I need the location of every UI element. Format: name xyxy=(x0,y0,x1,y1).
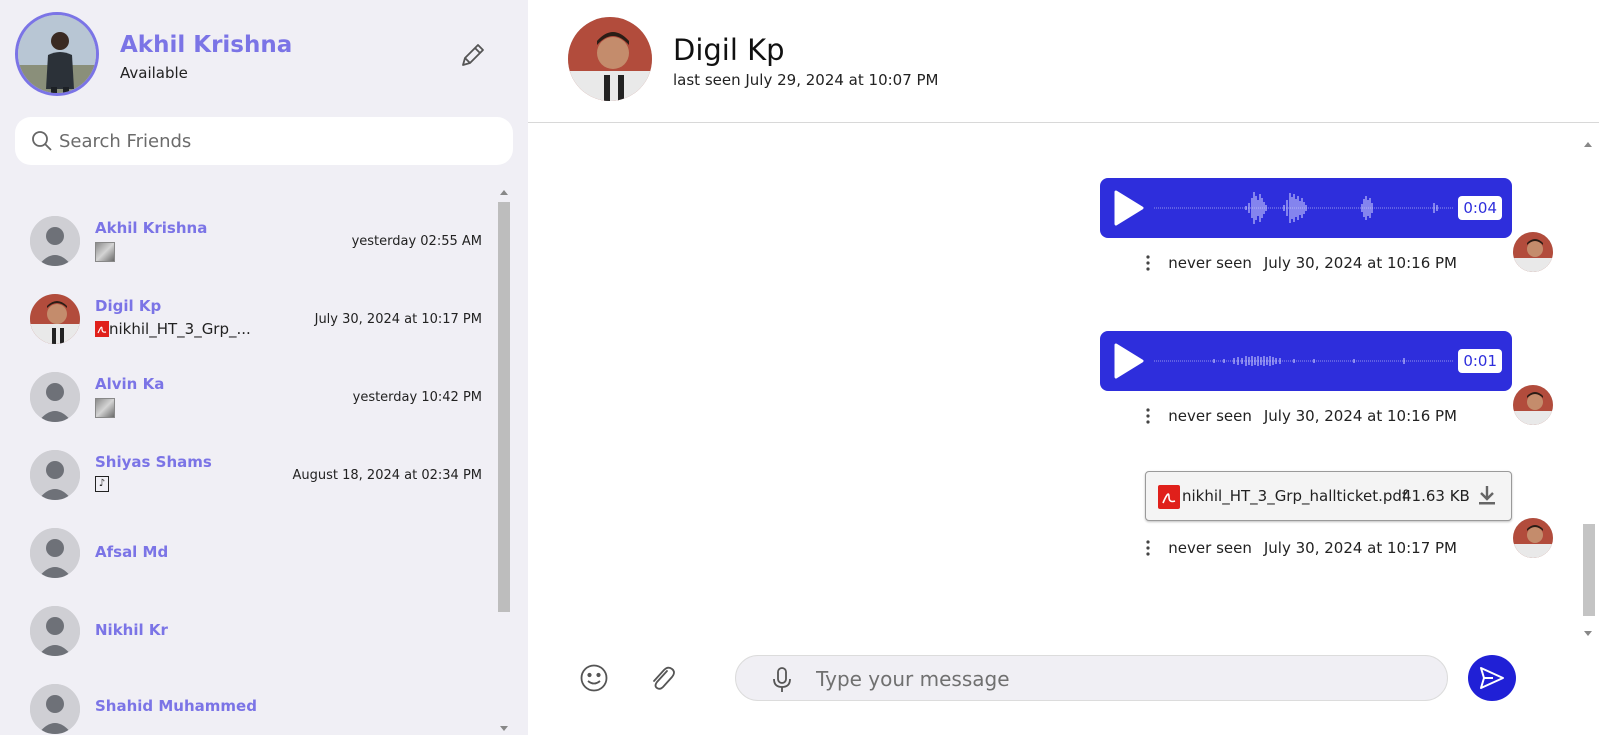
image-thumbnail-icon xyxy=(95,242,115,262)
friend-time: yesterday 02:55 AM xyxy=(351,234,482,249)
audio-waveform[interactable] xyxy=(1154,341,1454,381)
voice-message: 0:01 xyxy=(1100,331,1512,391)
search-icon xyxy=(30,129,54,153)
default-avatar xyxy=(30,216,80,266)
default-avatar xyxy=(30,684,80,734)
message-meta: never seen July 30, 2024 at 10:16 PM xyxy=(1142,254,1457,272)
friend-preview: nikhil_HT_3_Grp_... xyxy=(95,320,251,338)
sender-avatar xyxy=(1513,232,1553,272)
friend-name: Shiyas Shams xyxy=(95,453,212,471)
friend-item[interactable]: Nikhil Kr xyxy=(0,606,498,684)
message-input[interactable] xyxy=(816,664,1416,694)
friend-time: yesterday 10:42 PM xyxy=(352,390,482,405)
scroll-up-icon[interactable] xyxy=(1584,142,1592,147)
friend-list-scrollbar[interactable] xyxy=(497,188,511,735)
file-message[interactable]: nikhil_HT_3_Grp_hallticket.pdf 41.63 KB xyxy=(1145,471,1512,521)
chat-last-seen: last seen July 29, 2024 at 10:07 PM xyxy=(673,71,939,89)
message-time: July 30, 2024 at 10:16 PM xyxy=(1263,407,1457,425)
sidebar: Akhil Krishna Available Search Friends A… xyxy=(0,0,528,735)
scrollbar-thumb[interactable] xyxy=(498,202,510,612)
friend-item[interactable]: Shiyas Shams ♪ August 18, 2024 at 02:34 … xyxy=(0,450,498,528)
contact-avatar xyxy=(30,294,80,344)
friend-name: Afsal Md xyxy=(95,543,169,561)
kebab-icon[interactable] xyxy=(1142,255,1154,271)
voice-message: 0:04 xyxy=(1100,178,1512,238)
sender-avatar xyxy=(1513,385,1553,425)
friend-item[interactable]: Alvin Ka yesterday 10:42 PM xyxy=(0,372,498,450)
scroll-up-icon[interactable] xyxy=(500,190,508,195)
chat-panel: Digil Kp last seen July 29, 2024 at 10:0… xyxy=(528,0,1599,735)
profile-name: Akhil Krishna xyxy=(120,32,293,58)
scroll-down-icon[interactable] xyxy=(1584,631,1592,636)
image-thumbnail-icon xyxy=(95,398,115,418)
chat-header: Digil Kp last seen July 29, 2024 at 10:0… xyxy=(528,0,1599,123)
message-input-box xyxy=(735,655,1448,701)
message-time: July 30, 2024 at 10:16 PM xyxy=(1263,254,1457,272)
pdf-icon xyxy=(1158,485,1180,509)
friend-preview xyxy=(95,398,115,418)
scroll-down-icon[interactable] xyxy=(500,726,508,731)
message-list: 0:04 never seen July 30, 2024 at 10:16 P… xyxy=(528,124,1599,644)
emoji-icon[interactable] xyxy=(579,663,609,693)
pdf-icon xyxy=(95,321,109,337)
voice-duration: 0:04 xyxy=(1458,196,1502,220)
play-icon[interactable] xyxy=(1112,189,1146,227)
friend-preview xyxy=(95,242,115,262)
scrollbar-thumb[interactable] xyxy=(1583,524,1595,616)
file-size: 41.63 KB xyxy=(1402,487,1470,505)
search-input[interactable] xyxy=(59,125,489,157)
friend-name: Nikhil Kr xyxy=(95,621,168,639)
friend-list: Akhil Krishna yesterday 02:55 AM Digil K… xyxy=(0,190,498,735)
default-avatar xyxy=(30,372,80,422)
message-meta: never seen July 30, 2024 at 10:17 PM xyxy=(1142,539,1457,557)
download-icon[interactable] xyxy=(1476,483,1498,507)
profile-status: Available xyxy=(120,64,188,82)
kebab-icon[interactable] xyxy=(1142,540,1154,556)
kebab-icon[interactable] xyxy=(1142,408,1154,424)
default-avatar xyxy=(30,606,80,656)
pencil-icon[interactable] xyxy=(458,40,488,70)
file-name: nikhil_HT_3_Grp_hallticket.pdf xyxy=(1182,487,1408,505)
search-bar xyxy=(15,117,513,165)
message-seen-status: never seen xyxy=(1168,407,1252,425)
message-seen-status: never seen xyxy=(1168,254,1252,272)
friend-name: Shahid Muhammed xyxy=(95,697,257,715)
friend-item[interactable]: Shahid Muhammed xyxy=(0,684,498,735)
message-time: July 30, 2024 at 10:17 PM xyxy=(1263,539,1457,557)
friend-item[interactable]: Digil Kp nikhil_HT_3_Grp_... July 30, 20… xyxy=(0,294,498,372)
play-icon[interactable] xyxy=(1112,342,1146,380)
message-meta: never seen July 30, 2024 at 10:16 PM xyxy=(1142,407,1457,425)
profile-avatar[interactable] xyxy=(15,12,99,96)
voice-duration: 0:01 xyxy=(1458,349,1502,373)
chat-contact-name: Digil Kp xyxy=(673,33,785,67)
friend-preview: ♪ xyxy=(95,476,109,492)
friend-time: July 30, 2024 at 10:17 PM xyxy=(314,312,482,327)
send-icon xyxy=(1480,667,1504,689)
friend-preview-text: nikhil_HT_3_Grp_... xyxy=(109,320,251,338)
chat-app: Akhil Krishna Available Search Friends A… xyxy=(0,0,1599,735)
paperclip-icon[interactable] xyxy=(647,662,677,694)
sender-avatar xyxy=(1513,518,1553,558)
send-button[interactable] xyxy=(1468,655,1516,701)
friend-time: August 18, 2024 at 02:34 PM xyxy=(292,468,483,483)
mic-icon[interactable] xyxy=(770,666,794,694)
audio-file-icon: ♪ xyxy=(95,476,109,492)
friend-name: Alvin Ka xyxy=(95,375,165,393)
message-composer xyxy=(528,645,1599,735)
friend-item[interactable]: Afsal Md xyxy=(0,528,498,606)
chat-scrollbar[interactable] xyxy=(1581,140,1597,640)
friend-item[interactable]: Akhil Krishna yesterday 02:55 AM xyxy=(0,216,498,294)
default-avatar xyxy=(30,528,80,578)
profile-header: Akhil Krishna Available xyxy=(15,12,515,97)
friend-name: Akhil Krishna xyxy=(95,219,208,237)
audio-waveform[interactable] xyxy=(1154,188,1454,228)
message-seen-status: never seen xyxy=(1168,539,1252,557)
friend-name: Digil Kp xyxy=(95,297,162,315)
contact-avatar[interactable] xyxy=(568,17,652,101)
default-avatar xyxy=(30,450,80,500)
